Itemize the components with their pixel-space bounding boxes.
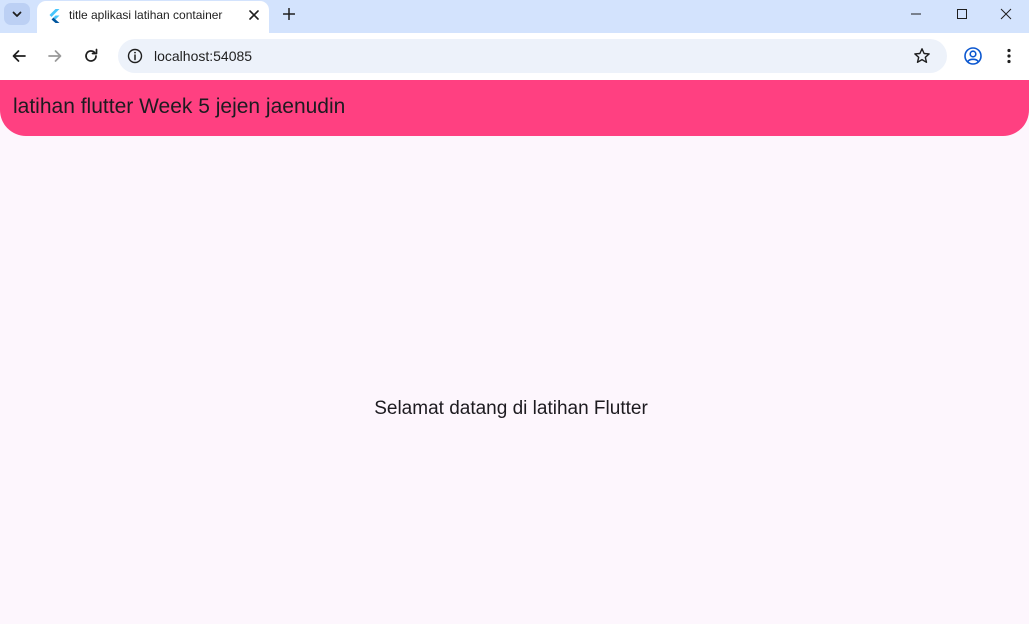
maximize-icon (957, 9, 967, 19)
star-icon[interactable] (913, 47, 931, 65)
close-icon (249, 10, 259, 20)
page-body: Selamat datang di latihan Flutter (0, 136, 1029, 624)
app-bar-title: latihan flutter Week 5 jejen jaenudin (13, 95, 346, 118)
browser-menu-button[interactable] (994, 41, 1024, 71)
app-bar: latihan flutter Week 5 jejen jaenudin (0, 80, 1029, 136)
maximize-button[interactable] (939, 0, 985, 28)
reload-icon (85, 48, 98, 62)
profile-icon (964, 47, 982, 65)
tab-strip: title aplikasi latihan container (0, 0, 1029, 33)
back-button[interactable] (4, 41, 34, 71)
chevron-down-icon (12, 11, 22, 17)
tab-search-button[interactable] (4, 3, 30, 25)
plus-icon (283, 8, 295, 20)
profile-button[interactable] (958, 41, 988, 71)
browser-toolbar: localhost:54085 (0, 33, 1029, 80)
reload-button[interactable] (76, 41, 106, 71)
minimize-button[interactable] (893, 0, 939, 28)
back-icon (12, 50, 26, 62)
window-close-icon (1000, 8, 1012, 20)
address-bar[interactable]: localhost:54085 (118, 39, 947, 73)
minimize-icon (911, 13, 921, 15)
tab-close-button[interactable] (245, 6, 263, 24)
forward-icon (48, 50, 62, 62)
tab-title: title aplikasi latihan container (69, 8, 223, 22)
browser-tab[interactable]: title aplikasi latihan container (37, 1, 269, 33)
window-close-button[interactable] (983, 0, 1029, 28)
more-icon (1007, 48, 1011, 64)
forward-button[interactable] (40, 41, 70, 71)
new-tab-button[interactable] (279, 4, 299, 24)
url-text[interactable]: localhost:54085 (154, 48, 252, 64)
info-icon[interactable] (126, 47, 144, 65)
flutter-icon (49, 9, 60, 23)
welcome-text: Selamat datang di latihan Flutter (374, 398, 648, 419)
